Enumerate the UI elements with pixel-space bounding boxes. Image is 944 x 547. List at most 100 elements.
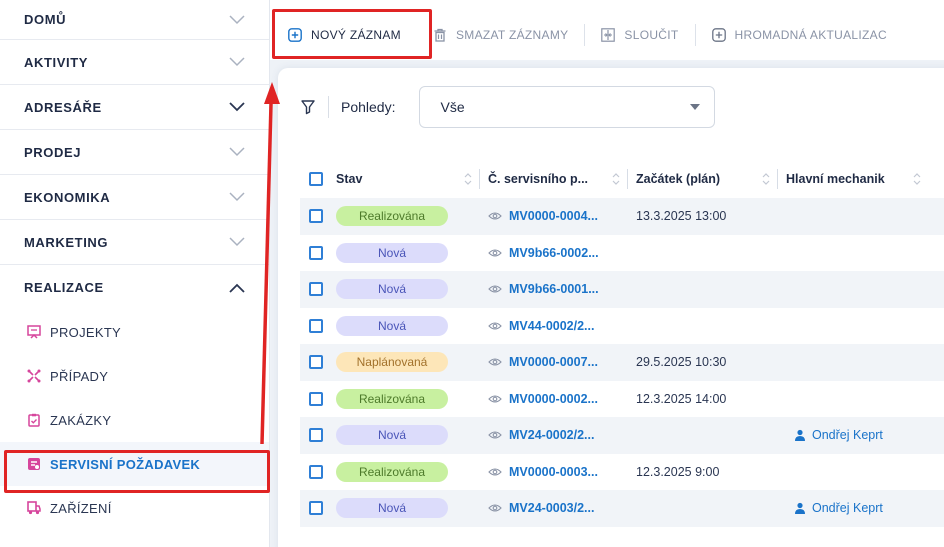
- status-badge: Realizována: [336, 206, 448, 227]
- delete-records-label: SMAZAT ZÁZNAMY: [455, 28, 569, 42]
- eye-icon: [488, 395, 502, 403]
- column-header-label: Hlavní mechanik: [786, 172, 885, 186]
- row-checkbox[interactable]: [309, 464, 323, 479]
- eye-icon: [488, 431, 502, 439]
- row-checkbox[interactable]: [309, 428, 323, 443]
- record-link[interactable]: MV9b66-0001...: [488, 282, 599, 296]
- filter-icon[interactable]: [300, 99, 316, 115]
- column-header-mechanik[interactable]: Hlavní mechanik: [778, 172, 928, 186]
- record-link[interactable]: MV0000-0003...: [488, 465, 598, 479]
- sidebar-item-pripady[interactable]: PŘÍPADY: [0, 354, 269, 398]
- new-record-button[interactable]: NOVÝ ZÁZNAM: [272, 20, 417, 50]
- bulk-update-button[interactable]: HROMADNÁ AKTUALIZAC: [696, 20, 903, 50]
- sidebar-section-aktivity[interactable]: AKTIVITY: [0, 40, 269, 85]
- record-number: MV24-0003/2...: [509, 501, 595, 516]
- sidebar-section-marketing[interactable]: MARKETING: [0, 220, 269, 265]
- status-badge: Nová: [336, 242, 448, 263]
- column-header-cislo[interactable]: Č. servisního p...: [480, 169, 628, 189]
- sidebar-item-zakazky[interactable]: ZAKÁZKY: [0, 398, 269, 442]
- device-icon: [26, 500, 42, 516]
- select-all-checkbox[interactable]: [309, 172, 323, 186]
- record-link[interactable]: MV0000-0007...: [488, 355, 598, 369]
- sidebar-section-realizace[interactable]: REALIZACE: [0, 265, 269, 310]
- chevron-down-icon: [229, 102, 245, 112]
- table-row[interactable]: Nová MV9b66-0002...: [300, 235, 944, 272]
- chevron-down-icon: [229, 57, 245, 67]
- table-row[interactable]: Naplánovaná MV0000-0007... 29.5.2025 10:30: [300, 344, 944, 381]
- merge-button[interactable]: SLOUČIT: [585, 20, 694, 50]
- row-checkbox[interactable]: [309, 245, 323, 260]
- eye-icon: [488, 249, 502, 257]
- table-row[interactable]: Realizována MV0000-0002... 12.3.2025 14:00: [300, 381, 944, 418]
- record-number: MV44-0002/2...: [509, 318, 595, 333]
- service-request-icon: [26, 456, 42, 472]
- chevron-down-icon: [229, 14, 245, 24]
- merge-icon: [601, 28, 616, 42]
- mechanic-link[interactable]: Ondřej Keprt: [786, 501, 883, 515]
- sort-icon: [464, 173, 472, 185]
- row-checkbox[interactable]: [309, 391, 323, 406]
- row-checkbox[interactable]: [309, 209, 323, 224]
- column-header-zacatek[interactable]: Začátek (plán): [628, 169, 778, 189]
- sidebar-section-ekonomika[interactable]: EKONOMIKA: [0, 175, 269, 220]
- sidebar-item-projekty[interactable]: PROJEKTY: [0, 310, 269, 354]
- row-checkbox[interactable]: [309, 282, 323, 297]
- sidebar-item-servisni-pozadavek[interactable]: SERVISNÍ POŽADAVEK: [0, 442, 269, 486]
- column-header-label: Stav: [336, 172, 363, 186]
- views-select-value: Vše: [440, 99, 465, 115]
- delete-records-button[interactable]: SMAZAT ZÁZNAMY: [417, 20, 584, 50]
- sort-icon: [612, 173, 620, 185]
- row-checkbox[interactable]: [309, 501, 323, 516]
- start-time: 29.5.2025 10:30: [636, 355, 727, 370]
- person-icon: [795, 503, 805, 515]
- plus-square-icon: [288, 28, 302, 42]
- record-link[interactable]: MV0000-0004...: [488, 209, 598, 223]
- chevron-up-icon: [229, 283, 245, 293]
- record-link[interactable]: MV44-0002/2...: [488, 319, 594, 333]
- record-number: MV9b66-0002...: [509, 245, 599, 260]
- record-number: MV0000-0004...: [509, 209, 598, 224]
- record-link[interactable]: MV9b66-0002...: [488, 246, 599, 260]
- sidebar-section-domu[interactable]: DOMŮ: [0, 0, 269, 40]
- filter-divider: [328, 96, 329, 118]
- trash-icon: [433, 28, 447, 42]
- chevron-down-icon: [229, 147, 245, 157]
- table-row[interactable]: Nová MV44-0002/2...: [300, 308, 944, 345]
- record-number: MV0000-0007...: [509, 355, 598, 370]
- mechanic-link[interactable]: Ondřej Keprt: [786, 428, 883, 442]
- orders-icon: [26, 412, 42, 428]
- record-link[interactable]: MV24-0003/2...: [488, 501, 594, 515]
- caret-down-icon: [690, 104, 701, 110]
- eye-icon: [488, 322, 502, 330]
- table-row[interactable]: Nová MV9b66-0001...: [300, 271, 944, 308]
- record-link[interactable]: MV24-0002/2...: [488, 428, 594, 442]
- row-checkbox[interactable]: [309, 318, 323, 333]
- start-time: 12.3.2025 9:00: [636, 464, 720, 479]
- column-header-label: Č. servisního p...: [488, 172, 589, 186]
- status-badge: Realizována: [336, 388, 448, 409]
- sidebar-section-adresare[interactable]: ADRESÁŘE: [0, 85, 269, 130]
- record-number: MV0000-0003...: [509, 464, 598, 479]
- views-select[interactable]: Vše: [419, 86, 716, 128]
- column-header-label: Začátek (plán): [636, 172, 721, 186]
- chevron-down-icon: [229, 237, 245, 247]
- sidebar: DOMŮ AKTIVITY ADRESÁŘE PRODEJ EKONOMIKA …: [0, 0, 270, 547]
- table-row[interactable]: Realizována MV0000-0003... 12.3.2025 9:00: [300, 454, 944, 491]
- sidebar-section-prodej[interactable]: PRODEJ: [0, 130, 269, 175]
- merge-label: SLOUČIT: [624, 28, 679, 42]
- column-header-stav[interactable]: Stav: [328, 169, 480, 189]
- table-row[interactable]: Realizována MV0000-0004... 13.3.2025 13:00: [300, 198, 944, 235]
- table-row[interactable]: Nová MV24-0002/2... Ondřej Keprt: [300, 417, 944, 454]
- record-link[interactable]: MV0000-0002...: [488, 392, 598, 406]
- table-row[interactable]: Nová MV24-0003/2... Ondřej Keprt: [300, 490, 944, 527]
- eye-icon: [488, 358, 502, 366]
- status-badge: Naplánovaná: [336, 352, 448, 373]
- sidebar-item-label: PŘÍPADY: [50, 368, 109, 384]
- bulk-update-label: HROMADNÁ AKTUALIZAC: [734, 28, 887, 42]
- sidebar-item-zarizeni[interactable]: ZAŘÍZENÍ: [0, 486, 269, 530]
- row-checkbox[interactable]: [309, 355, 323, 370]
- sidebar-item-label: SERVISNÍ POŽADAVEK: [50, 456, 201, 472]
- start-time: 13.3.2025 13:00: [636, 209, 727, 224]
- status-badge: Realizována: [336, 461, 448, 482]
- status-badge: Nová: [336, 279, 448, 300]
